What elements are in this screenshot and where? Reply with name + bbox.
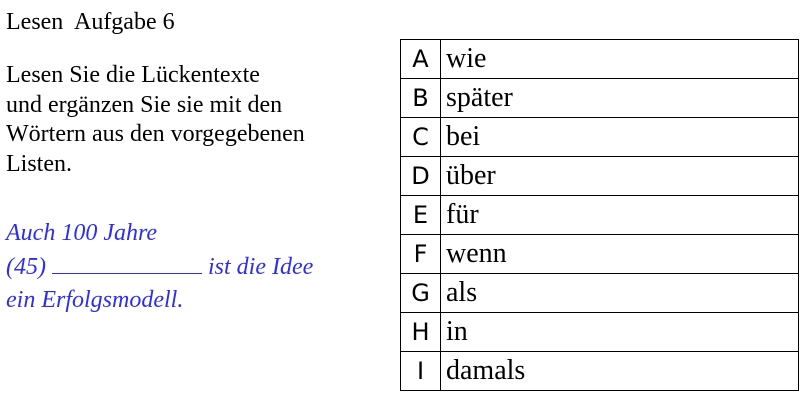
page-title: Lesen Aufgabe 6 (6, 9, 175, 35)
instructions-text: Lesen Sie die Lückentexte und ergänzen S… (6, 61, 391, 179)
option-letter: D (400, 156, 441, 196)
option-row-i[interactable]: I damals (400, 351, 799, 391)
gap-number: (45) (6, 253, 46, 280)
option-letter: E (400, 195, 441, 235)
option-row-d[interactable]: D über (400, 156, 799, 196)
option-letter: I (400, 351, 441, 391)
option-row-b[interactable]: B später (400, 78, 799, 118)
exercise-after-gap: ist die Idee (207, 253, 314, 280)
option-word: für (440, 195, 799, 235)
option-row-c[interactable]: C bei (400, 117, 799, 157)
option-row-g[interactable]: G als (400, 273, 799, 313)
option-word: damals (440, 351, 799, 391)
exercise-line-2: (45) ist die Idee (6, 251, 391, 285)
option-letter: F (400, 234, 441, 274)
instructions-line: Listen. (6, 150, 72, 177)
option-word: über (440, 156, 799, 196)
instructions-line: Wörtern aus den vorgegebenen (6, 121, 305, 147)
gap-blank-45[interactable] (51, 251, 202, 274)
option-row-h[interactable]: H in (400, 312, 799, 352)
option-row-a[interactable]: A wie (400, 39, 799, 79)
option-letter: B (400, 78, 441, 118)
option-letter: H (400, 312, 441, 352)
option-letter: C (400, 117, 441, 157)
option-letter: A (400, 39, 441, 79)
exercise-line-3: ein Erfolgsmodell. (6, 287, 184, 313)
option-word: später (440, 78, 799, 118)
exercise-line-1: Auch 100 Jahre (6, 220, 158, 246)
word-options-table: A wie B später C bei D über E für F wenn… (400, 39, 799, 391)
option-word: bei (440, 117, 799, 157)
option-word: wenn (440, 234, 799, 274)
gap-text-exercise: Auch 100 Jahre (45) ist die Idee ein Erfo… (6, 217, 391, 318)
option-letter: G (400, 273, 441, 313)
instructions-line: und ergänzen Sie sie mit den (6, 91, 283, 118)
option-row-f[interactable]: F wenn (400, 234, 799, 274)
option-word: in (440, 312, 799, 352)
option-word: als (440, 273, 799, 313)
option-word: wie (440, 39, 799, 79)
option-row-e[interactable]: E für (400, 195, 799, 235)
instructions-line: Lesen Sie die Lückentexte (6, 62, 260, 88)
